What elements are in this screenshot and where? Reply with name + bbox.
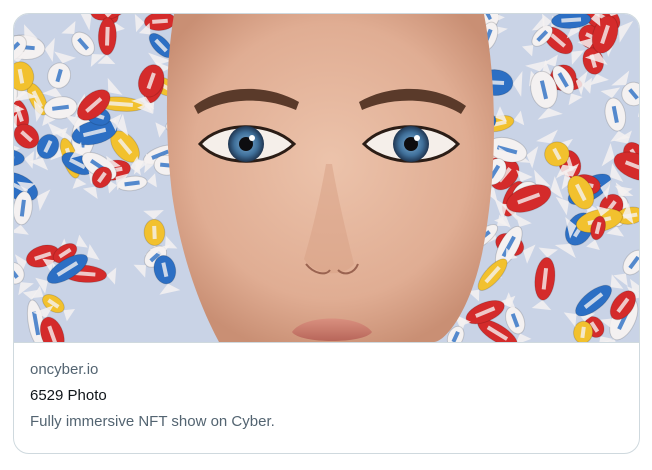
link-description: Fully immersive NFT show on Cyber.: [30, 413, 275, 430]
link-preview-meta: oncyber.io 6529 Photo Fully immersive NF…: [30, 360, 623, 432]
link-preview-image[interactable]: [14, 14, 639, 343]
face: [166, 14, 494, 342]
link-domain: oncyber.io: [30, 361, 99, 378]
link-preview-card[interactable]: oncyber.io 6529 Photo Fully immersive NF…: [13, 13, 640, 454]
link-title: 6529 Photo: [30, 387, 107, 404]
candy-face-photo: [14, 14, 639, 342]
